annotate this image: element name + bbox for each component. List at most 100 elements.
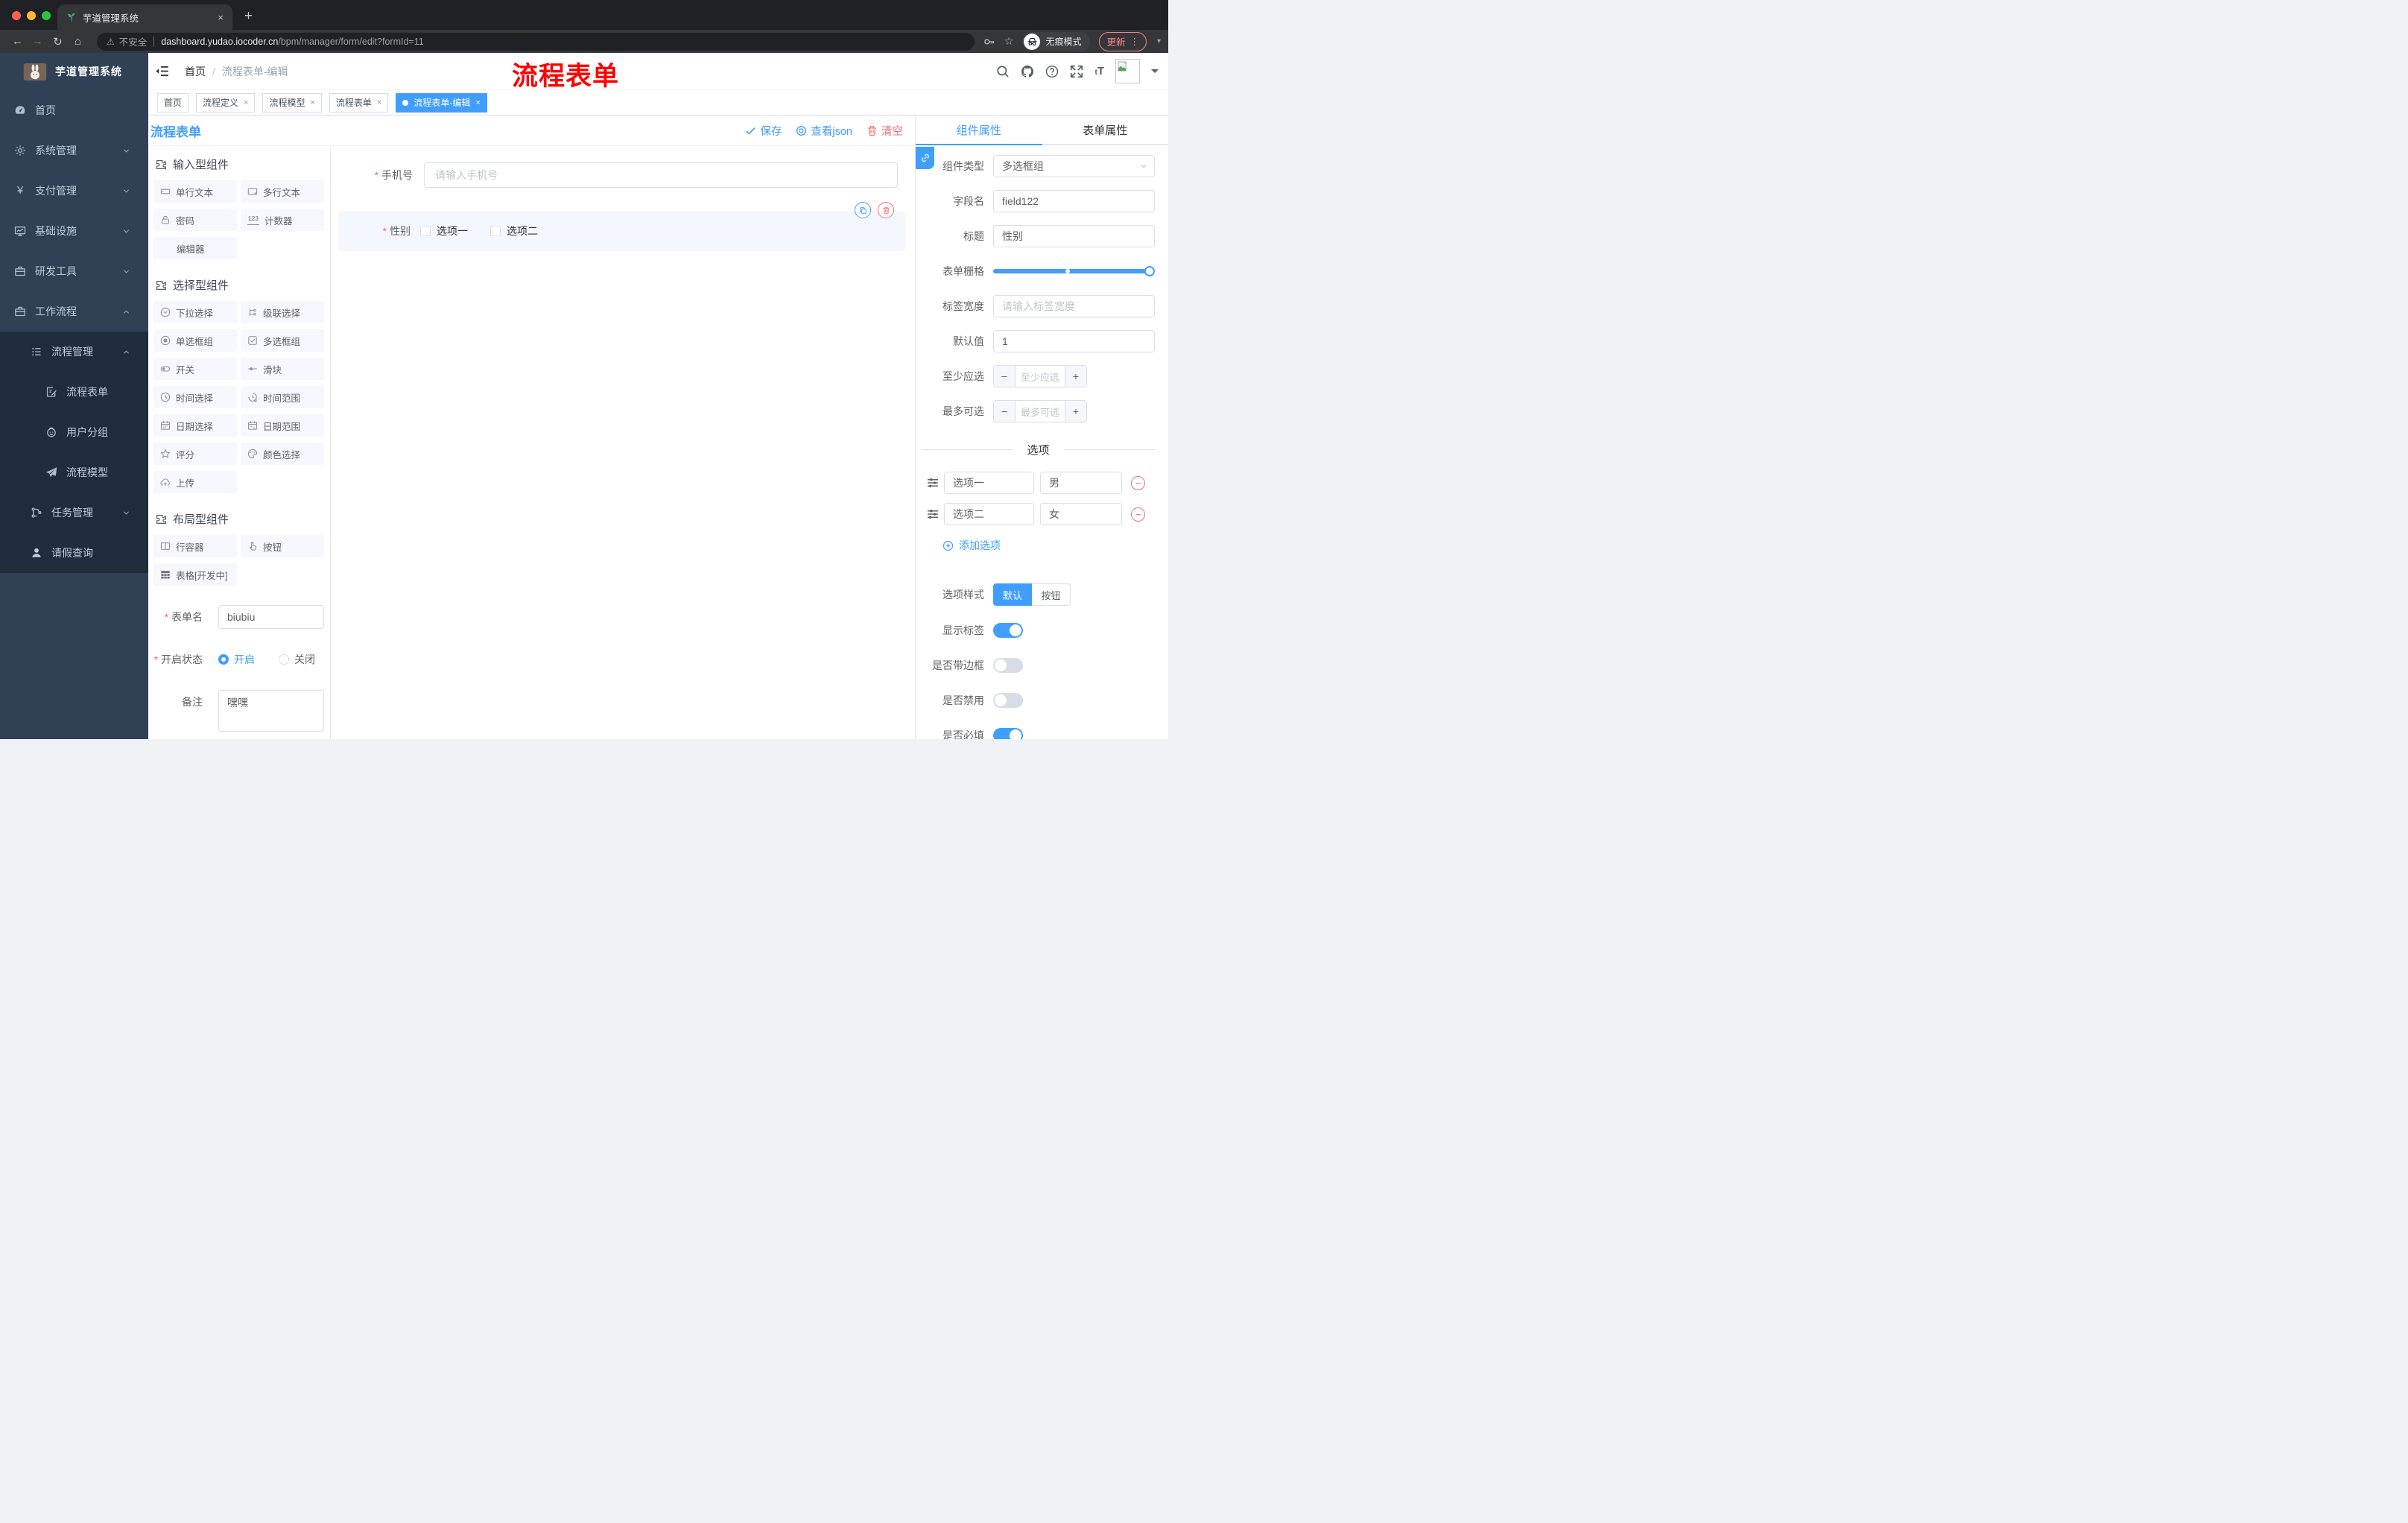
palette-item-radio-group[interactable]: 单选框组 bbox=[153, 329, 237, 352]
palette-item-password[interactable]: 密码 bbox=[153, 209, 237, 231]
font-size-icon[interactable]: tT bbox=[1094, 65, 1104, 77]
browser-menu-dots-icon[interactable]: ⋮ bbox=[1129, 36, 1139, 47]
option-value-input[interactable] bbox=[1040, 472, 1122, 494]
tag-home[interactable]: 首页 bbox=[157, 92, 189, 113]
sidebar-item-process-model[interactable]: 流程模型 bbox=[0, 452, 148, 493]
fullscreen-icon[interactable] bbox=[1070, 65, 1083, 78]
stepper-value[interactable]: 至少应选 bbox=[1016, 366, 1065, 387]
component-type-select[interactable] bbox=[993, 155, 1155, 177]
search-icon[interactable] bbox=[996, 65, 1010, 78]
checkbox-icon[interactable] bbox=[420, 226, 431, 236]
back-icon[interactable]: ← bbox=[7, 35, 28, 48]
palette-item-row-container[interactable]: 行容器 bbox=[153, 535, 237, 557]
tag-process-definition[interactable]: 流程定义 × bbox=[196, 92, 256, 113]
canvas-field-gender-selected[interactable]: 性别 选项一 选项二 bbox=[338, 202, 905, 251]
save-button[interactable]: 保存 bbox=[745, 123, 782, 139]
palette-item-table[interactable]: 表格[开发中] bbox=[153, 563, 237, 586]
key-icon[interactable] bbox=[983, 36, 995, 48]
stepper-minus-button[interactable]: − bbox=[994, 401, 1016, 422]
stepper-value[interactable]: 最多可选 bbox=[1016, 401, 1065, 422]
palette-item-color-picker[interactable]: 颜色选择 bbox=[241, 443, 324, 465]
tag-close-icon[interactable]: × bbox=[310, 98, 314, 107]
form-canvas[interactable]: 手机号 性别 bbox=[331, 146, 915, 739]
view-json-button[interactable]: 查看json bbox=[796, 123, 852, 139]
checkbox-icon[interactable] bbox=[490, 226, 501, 236]
palette-item-switch[interactable]: 开关 bbox=[153, 358, 237, 380]
github-icon[interactable] bbox=[1021, 65, 1034, 78]
remove-option-button[interactable]: − bbox=[1131, 475, 1145, 490]
tag-process-form[interactable]: 流程表单 × bbox=[329, 92, 389, 113]
sidebar-item-payment[interactable]: ¥ 支付管理 bbox=[0, 171, 148, 211]
tab-form-props[interactable]: 表单属性 bbox=[1042, 115, 1169, 144]
remark-textarea[interactable]: 嘿嘿 bbox=[218, 690, 324, 732]
palette-item-time-range[interactable]: 时间范围 bbox=[241, 386, 324, 408]
tag-process-form-edit[interactable]: 流程表单-编辑 × bbox=[396, 92, 487, 113]
reload-icon[interactable]: ↻ bbox=[48, 35, 68, 48]
palette-item-editor[interactable]: 编辑器 bbox=[153, 237, 237, 259]
remove-option-button[interactable]: − bbox=[1131, 507, 1145, 522]
tag-close-icon[interactable]: × bbox=[475, 98, 480, 107]
radio-on-label[interactable]: 开启 bbox=[234, 647, 255, 671]
style-button-button[interactable]: 按钮 bbox=[1032, 583, 1071, 606]
tab-component-props[interactable]: 组件属性 bbox=[916, 115, 1042, 145]
palette-item-cascade[interactable]: 级联选择 bbox=[241, 301, 324, 323]
slider-handle[interactable] bbox=[1144, 266, 1155, 276]
style-default-button[interactable]: 默认 bbox=[993, 583, 1032, 606]
required-toggle[interactable] bbox=[993, 728, 1023, 739]
window-close-button[interactable] bbox=[12, 11, 21, 20]
canvas-field-phone[interactable]: 手机号 bbox=[331, 162, 915, 188]
palette-item-upload[interactable]: 上传 bbox=[153, 471, 237, 493]
radio-off[interactable] bbox=[279, 654, 289, 665]
palette-item-time-picker[interactable]: 时间选择 bbox=[153, 386, 237, 408]
avatar[interactable] bbox=[1115, 59, 1140, 83]
drag-handle-icon[interactable] bbox=[926, 476, 940, 490]
sidebar-item-process-mgmt[interactable]: 流程管理 bbox=[0, 332, 148, 372]
tag-close-icon[interactable]: × bbox=[244, 98, 248, 107]
tab-close-icon[interactable]: × bbox=[218, 12, 224, 23]
title-input[interactable] bbox=[993, 225, 1155, 247]
palette-item-select[interactable]: 下拉选择 bbox=[153, 301, 237, 323]
palette-item-slider[interactable]: 滑块 bbox=[241, 358, 324, 380]
url-bar[interactable]: ⚠ 不安全 dashboard.yudao.iocoder.cn/bpm/man… bbox=[97, 32, 975, 51]
profile-caret-icon[interactable]: ▾ bbox=[1157, 37, 1161, 45]
caret-down-icon[interactable] bbox=[1151, 69, 1159, 77]
sidebar-item-task-mgmt[interactable]: 任务管理 bbox=[0, 493, 148, 533]
link-drawer-tab[interactable] bbox=[916, 147, 934, 169]
palette-item-button[interactable]: 按钮 bbox=[241, 535, 324, 557]
help-icon[interactable] bbox=[1045, 65, 1059, 78]
phone-input[interactable] bbox=[424, 162, 898, 188]
delete-component-button[interactable] bbox=[878, 202, 894, 218]
breadcrumb-home[interactable]: 首页 bbox=[185, 64, 206, 79]
stepper-minus-button[interactable]: − bbox=[994, 366, 1016, 387]
palette-item-checkbox-group[interactable]: 多选框组 bbox=[241, 329, 324, 352]
radio-on[interactable] bbox=[218, 654, 229, 665]
checkbox-option-1[interactable]: 选项一 bbox=[420, 224, 468, 238]
palette-item-single-text[interactable]: 单行文本 bbox=[153, 180, 237, 203]
radio-off-label[interactable]: 关闭 bbox=[294, 647, 315, 671]
duplicate-component-button[interactable] bbox=[855, 202, 871, 218]
window-minimize-button[interactable] bbox=[27, 11, 36, 20]
palette-item-multi-text[interactable]: 多行文本 bbox=[241, 180, 324, 203]
form-name-input[interactable] bbox=[218, 605, 324, 629]
add-option-button[interactable]: 添加选项 bbox=[942, 538, 1155, 553]
palette-item-date-picker[interactable]: 日期选择 bbox=[153, 414, 237, 437]
home-icon[interactable]: ⌂ bbox=[68, 35, 88, 48]
sidebar-item-system[interactable]: 系统管理 bbox=[0, 130, 148, 171]
palette-item-counter[interactable]: 123 计数器 bbox=[241, 209, 324, 231]
sidebar-item-infra[interactable]: 基础设施 bbox=[0, 211, 148, 251]
window-controls[interactable] bbox=[12, 11, 51, 20]
clear-button[interactable]: 清空 bbox=[866, 123, 903, 139]
sidebar-fold-icon[interactable] bbox=[155, 64, 169, 78]
browser-tab[interactable]: 芋道管理系统 × bbox=[57, 4, 232, 30]
form-grid-slider[interactable] bbox=[993, 266, 1155, 276]
sidebar-item-process-form[interactable]: 流程表单 bbox=[0, 372, 148, 412]
browser-update-button[interactable]: 更新 ⋮ bbox=[1099, 31, 1147, 51]
window-zoom-button[interactable] bbox=[42, 11, 51, 20]
sidebar-item-user-group[interactable]: 用户分组 bbox=[0, 412, 148, 452]
bookmark-star-icon[interactable]: ☆ bbox=[1004, 35, 1014, 48]
checkbox-option-2[interactable]: 选项二 bbox=[490, 224, 538, 238]
default-value-input[interactable] bbox=[993, 330, 1155, 352]
stepper-plus-button[interactable]: + bbox=[1065, 401, 1086, 422]
palette-item-rate[interactable]: 评分 bbox=[153, 443, 237, 465]
new-tab-button[interactable]: + bbox=[244, 9, 253, 23]
